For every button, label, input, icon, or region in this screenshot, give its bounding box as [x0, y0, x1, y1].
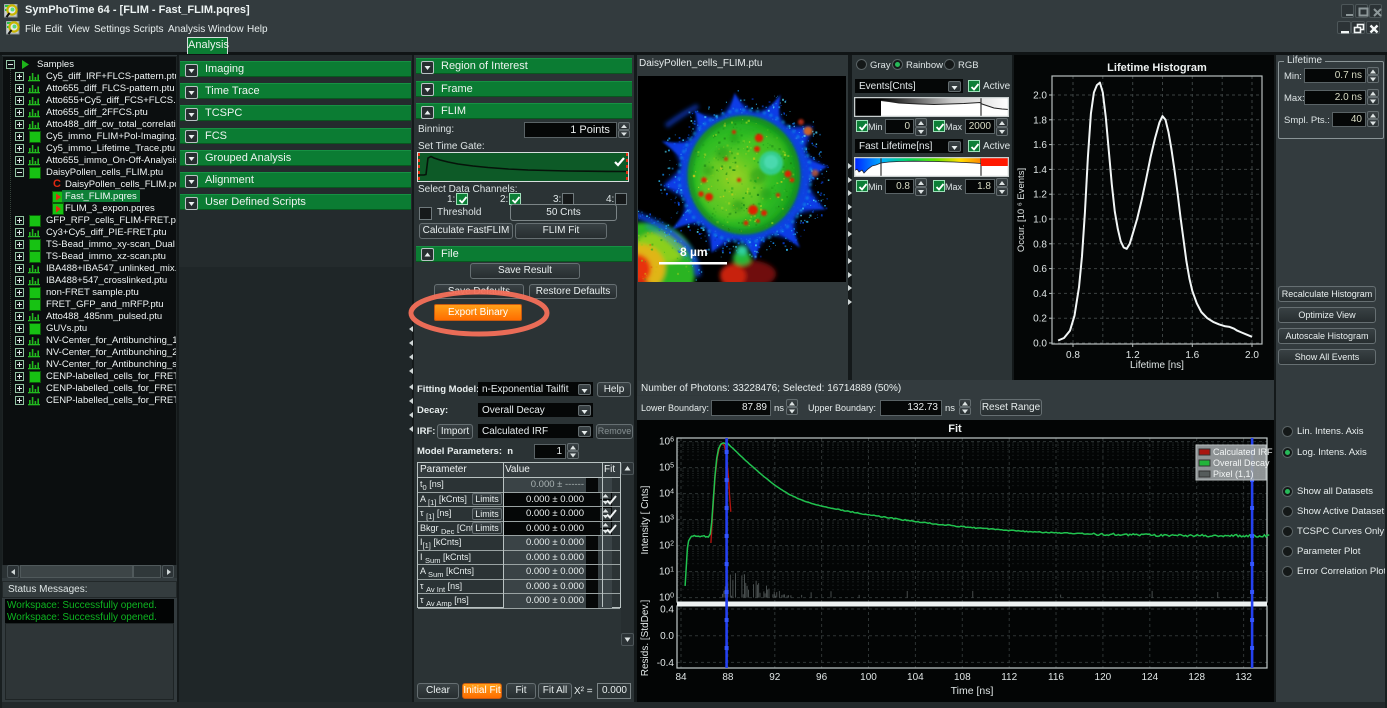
svg-text:104: 104: [907, 672, 924, 683]
svg-text:Occur. [10 ⁶ Events]: Occur. [10 ⁶ Events]: [1016, 168, 1027, 252]
svg-text:84: 84: [675, 672, 687, 683]
svg-text:2.0: 2.0: [1245, 350, 1259, 361]
svg-text:Overall Decay: Overall Decay: [1213, 458, 1270, 468]
svg-text:112: 112: [1001, 672, 1017, 683]
svg-text:-0.4: -0.4: [657, 658, 675, 669]
svg-text:Resids. [StdDev.]: Resids. [StdDev.]: [640, 600, 651, 677]
svg-text:108: 108: [954, 672, 971, 683]
svg-text:Pixel (1,1): Pixel (1,1): [1213, 469, 1254, 479]
svg-text:96: 96: [816, 672, 828, 683]
svg-text:Time [ns]: Time [ns]: [951, 685, 994, 697]
svg-text:132: 132: [1235, 672, 1252, 683]
svg-text:2.0: 2.0: [1033, 91, 1047, 102]
svg-text:8 µm: 8 µm: [680, 245, 708, 259]
svg-text:Calculated IRF: Calculated IRF: [1213, 447, 1273, 457]
svg-text:0.4: 0.4: [1033, 289, 1047, 300]
svg-text:128: 128: [1188, 672, 1205, 683]
svg-text:0.2: 0.2: [1033, 314, 1047, 325]
svg-text:124: 124: [1141, 672, 1158, 683]
svg-text:Lifetime [ns]: Lifetime [ns]: [1130, 360, 1184, 371]
svg-text:1.2: 1.2: [1033, 190, 1047, 201]
svg-text:0.8: 0.8: [1033, 239, 1047, 250]
svg-text:1.8: 1.8: [1033, 115, 1047, 126]
svg-text:Lifetime Histogram: Lifetime Histogram: [1107, 62, 1207, 74]
svg-text:1.4: 1.4: [1033, 165, 1047, 176]
svg-text:0.0: 0.0: [1033, 339, 1047, 350]
svg-text:1.6: 1.6: [1185, 350, 1199, 361]
svg-text:0.0: 0.0: [660, 631, 674, 642]
svg-text:116: 116: [1048, 672, 1064, 683]
svg-text:92: 92: [769, 672, 781, 683]
svg-text:1.6: 1.6: [1033, 140, 1047, 151]
svg-text:120: 120: [1095, 672, 1112, 683]
svg-text:0.6: 0.6: [1033, 264, 1047, 275]
svg-text:0.8: 0.8: [1066, 350, 1080, 361]
svg-text:0.4: 0.4: [660, 605, 674, 616]
svg-text:100: 100: [860, 672, 877, 683]
svg-text:88: 88: [722, 672, 734, 683]
svg-text:Intensity [ Cnts]: Intensity [ Cnts]: [640, 485, 651, 554]
svg-text:Fit: Fit: [948, 423, 962, 435]
svg-text:1.0: 1.0: [1033, 215, 1047, 226]
